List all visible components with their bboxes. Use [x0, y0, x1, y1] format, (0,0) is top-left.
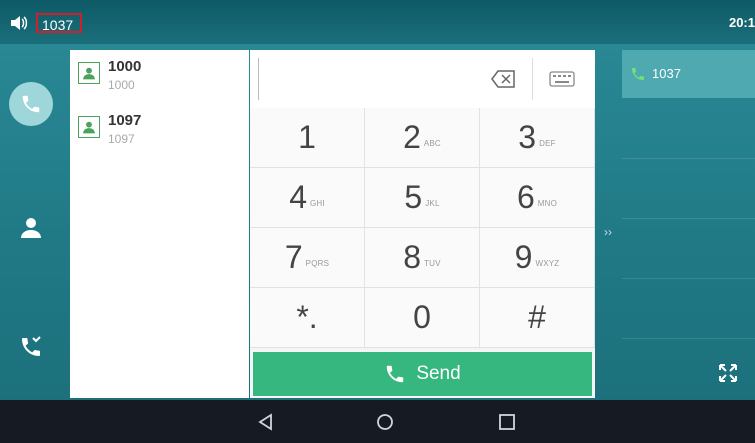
nav-history-button[interactable] — [9, 325, 53, 369]
dial-key-digit: 6 — [516, 179, 535, 215]
speaker-icon — [11, 16, 28, 30]
send-label: Send — [416, 363, 461, 384]
dial-key-letters: WXYZ — [535, 259, 560, 268]
dial-key-digit: 3 — [518, 119, 537, 155]
dial-key-letters: MNO — [537, 199, 558, 208]
contact-icon — [78, 62, 100, 84]
dial-key-digit: 9 — [514, 239, 533, 275]
dial-key[interactable]: 8 TUV — [365, 228, 480, 288]
number-input[interactable] — [258, 58, 259, 100]
contact-icon — [78, 116, 100, 138]
backspace-icon[interactable] — [490, 69, 516, 89]
phone-screen: 1037 20:1 1000 1000 1097 1097 1 2 ABC 3 … — [0, 0, 755, 443]
number-input-bar — [250, 50, 595, 108]
contact-name: 1097 — [108, 112, 142, 129]
keypad-grid: 1 2 ABC 3 DEF 4 GHI 5 JKL 6 MNO 7 PQRS 8 TUV 9 WXYZ *. 0 # — [250, 108, 595, 348]
system-nav-bar — [0, 400, 755, 443]
line-key[interactable]: 1037 — [622, 50, 755, 98]
clock: 20:1 — [728, 15, 755, 30]
dial-key-digit: # — [528, 299, 546, 335]
dial-key-digit: 2 — [403, 119, 421, 155]
phone-icon — [632, 68, 644, 80]
dial-key-digit: 0 — [413, 299, 431, 335]
expand-chevron-icon[interactable]: ›› — [604, 225, 612, 239]
divider — [622, 338, 755, 339]
contact-name: 1000 — [108, 58, 142, 75]
dial-key[interactable]: 4 GHI — [250, 168, 365, 228]
phone-icon — [22, 95, 40, 113]
dial-key[interactable]: 6 MNO — [480, 168, 595, 228]
home-icon[interactable] — [375, 412, 395, 432]
contact-number: 1000 — [108, 78, 135, 92]
line-label: 1037 — [652, 66, 681, 81]
divider — [532, 58, 533, 100]
dial-key[interactable]: 2 ABC — [365, 108, 480, 168]
dial-key[interactable]: 9 WXYZ — [480, 228, 595, 288]
dial-key-digit: 8 — [403, 239, 422, 275]
back-icon[interactable] — [256, 412, 276, 432]
contact-suggestion-list: 1000 1000 1097 1097 — [70, 50, 249, 398]
dial-key[interactable]: 5 JKL — [365, 168, 480, 228]
line-panel: 1037 — [622, 50, 755, 400]
contact-number: 1097 — [108, 132, 135, 146]
dial-key[interactable]: 1 — [250, 108, 365, 168]
dial-key[interactable]: # — [480, 288, 595, 348]
phone-icon — [387, 365, 404, 383]
left-nav — [0, 44, 62, 400]
dial-key-letters: PQRS — [305, 259, 330, 268]
send-button[interactable]: Send — [253, 352, 592, 396]
dial-key-letters: JKL — [425, 199, 440, 208]
divider — [622, 278, 755, 279]
call-history-icon — [22, 336, 41, 356]
dial-key-digit: 5 — [404, 179, 423, 215]
keyboard-icon[interactable] — [549, 71, 575, 87]
dial-key-letters: DEF — [539, 139, 556, 148]
dial-key[interactable]: *. — [250, 288, 365, 348]
dial-key[interactable]: 3 DEF — [480, 108, 595, 168]
dial-key-digit: *. — [296, 299, 318, 335]
dial-key-digit: 4 — [289, 179, 307, 215]
dial-key-letters: GHI — [309, 199, 325, 208]
dial-key-letters: TUV — [424, 259, 441, 268]
dial-key[interactable]: 7 PQRS — [250, 228, 365, 288]
contact-item[interactable]: 1097 1097 — [70, 104, 249, 158]
dial-key-letters: ABC — [423, 139, 441, 148]
nav-dialer-button[interactable] — [9, 82, 53, 126]
divider — [622, 218, 755, 219]
fullscreen-icon[interactable] — [717, 362, 739, 384]
nav-directory-button[interactable] — [9, 206, 53, 250]
divider — [622, 158, 755, 159]
dialpad: 1 2 ABC 3 DEF 4 GHI 5 JKL 6 MNO 7 PQRS 8 TUV 9 WXYZ *. 0 # … — [250, 50, 595, 398]
recents-icon[interactable] — [497, 412, 517, 432]
status-bar: 1037 20:1 — [0, 0, 755, 44]
dial-key-digit: 7 — [284, 239, 303, 275]
dial-key-digit: 1 — [298, 119, 316, 155]
person-icon — [21, 218, 41, 238]
contact-item[interactable]: 1000 1000 — [70, 50, 249, 104]
extension-indicator: 1037 — [36, 13, 82, 33]
dial-key[interactable]: 0 — [365, 288, 480, 348]
